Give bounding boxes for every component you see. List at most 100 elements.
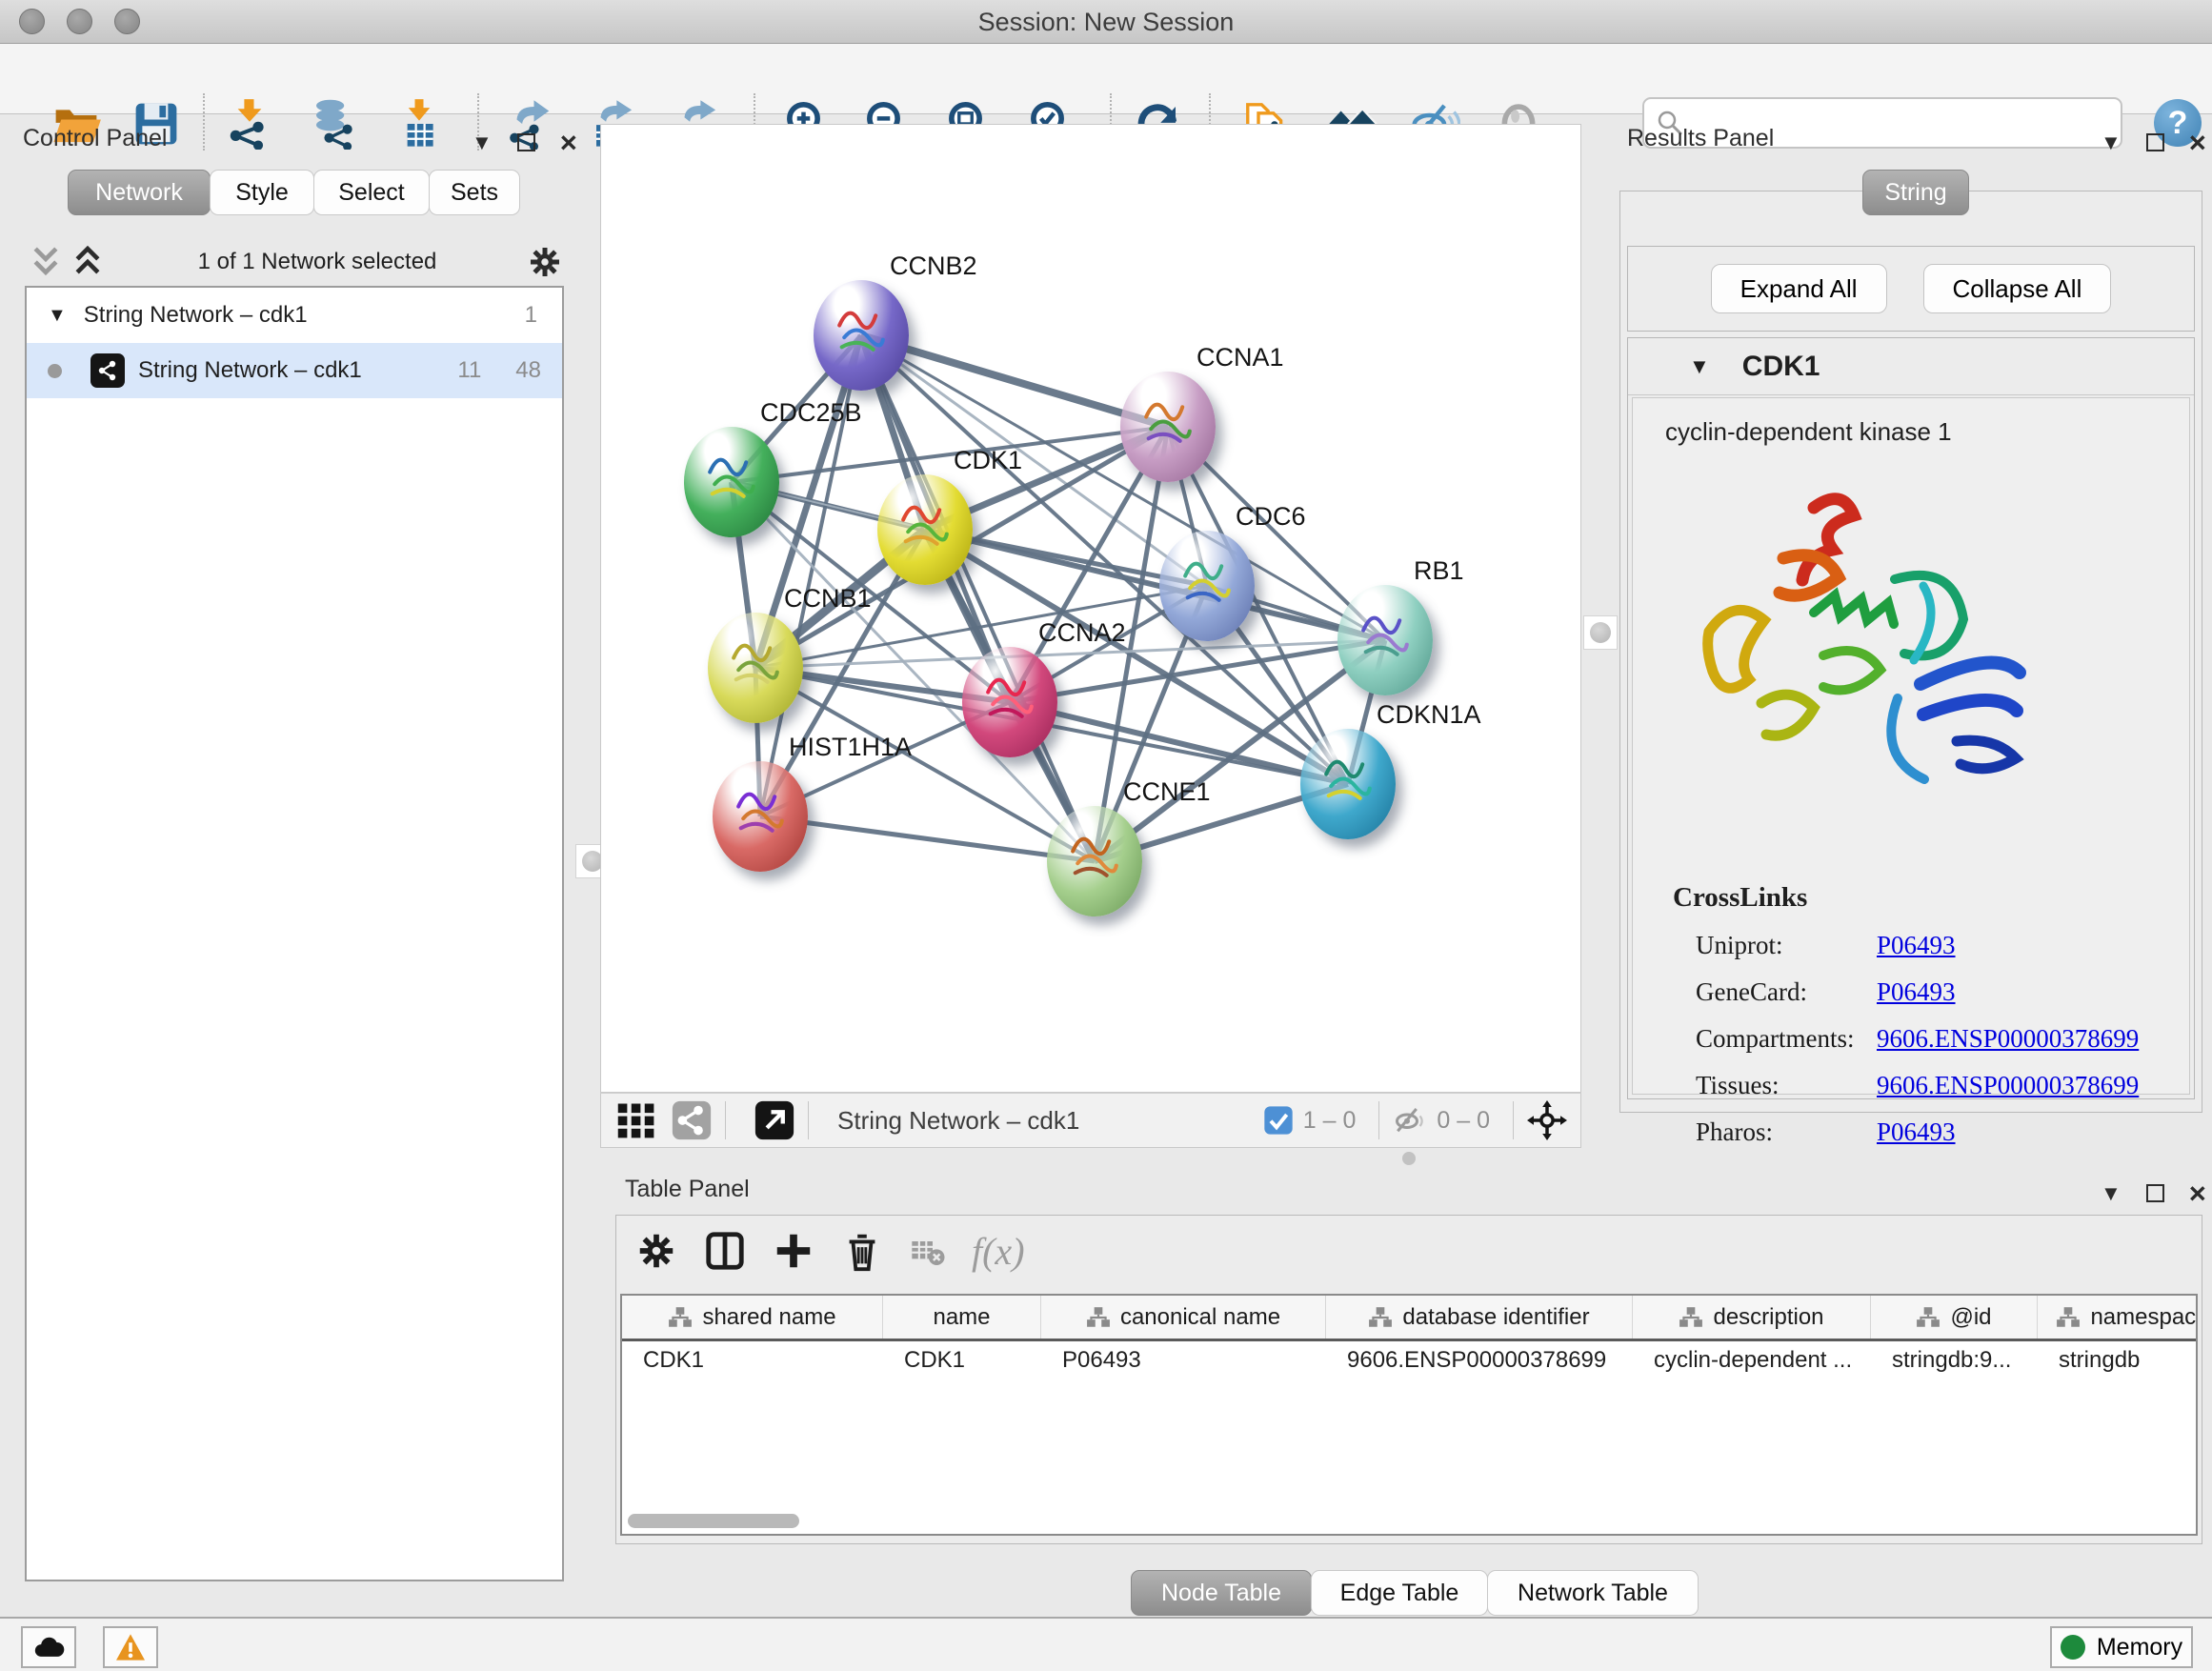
table-cell[interactable]: CDK1 (883, 1347, 1041, 1374)
network-node-CCNA1[interactable] (1120, 372, 1216, 482)
network-collection-row[interactable]: ▼ String Network – cdk1 1 (27, 288, 562, 343)
delete-table-icon[interactable] (909, 1229, 947, 1273)
network-node-CCNA2[interactable] (962, 647, 1057, 757)
hidden-eye-icon[interactable] (1393, 1103, 1427, 1137)
column-header[interactable]: namespace (2038, 1296, 2198, 1339)
column-type-icon (2056, 1306, 2081, 1329)
gene-header-row[interactable]: ▼ CDK1 (1628, 338, 2194, 395)
gear-icon[interactable] (526, 243, 564, 281)
crosslink-value[interactable]: P06493 (1877, 977, 1956, 1007)
cloud-button[interactable] (21, 1626, 76, 1668)
right-splitter-handle[interactable] (1583, 615, 1618, 650)
network-node-CCNB2[interactable] (814, 280, 909, 391)
tab-sets[interactable]: Sets (429, 170, 520, 215)
column-header[interactable]: shared name (622, 1296, 883, 1339)
grid-view-icon[interactable] (616, 1100, 656, 1140)
table-cell[interactable]: stringdb (2038, 1347, 2198, 1374)
network-node-CDKN1A[interactable] (1300, 729, 1396, 839)
network-node-label: CDKN1A (1377, 700, 1481, 730)
crosslink-value[interactable]: P06493 (1877, 1117, 1956, 1147)
table-toolbar: f(x) (634, 1227, 1025, 1275)
column-header[interactable]: description (1633, 1296, 1871, 1339)
table-horizontal-scrollbar[interactable] (628, 1514, 799, 1528)
table-panel-close-icon[interactable]: × (2189, 1178, 2206, 1208)
control-panel-close-icon[interactable]: × (560, 128, 577, 157)
network-node-HIST1H1A[interactable] (713, 761, 808, 872)
results-panel-close-icon[interactable]: × (2189, 128, 2206, 157)
table-cell[interactable]: cyclin-dependent ... (1633, 1347, 1871, 1374)
tab-edge-table[interactable]: Edge Table (1311, 1570, 1488, 1616)
network-node-CDC6[interactable] (1159, 531, 1255, 641)
network-edge[interactable] (861, 335, 1095, 861)
netbar-separator (1378, 1101, 1379, 1139)
crosslink-value[interactable]: 9606.ENSP00000378699 (1877, 1024, 2139, 1054)
tab-style[interactable]: Style (210, 170, 314, 215)
table-cell[interactable]: CDK1 (622, 1347, 883, 1374)
cytoscape-window: Session: New Session (0, 0, 2212, 1671)
function-builder-icon[interactable]: f(x) (972, 1229, 1025, 1274)
network-node-CDK1[interactable] (877, 474, 973, 585)
table-row[interactable]: CDK1CDK1P064939606.ENSP00000378699cyclin… (622, 1341, 2196, 1379)
protein-thumbnail (825, 292, 897, 364)
table-header-row: shared namenamecanonical namedatabase id… (622, 1296, 2196, 1341)
protein-thumbnail (1312, 740, 1384, 813)
show-columns-icon[interactable] (703, 1229, 747, 1273)
tab-string[interactable]: String (1862, 170, 1969, 215)
control-panel-collapse-icon[interactable]: ▼ (472, 132, 493, 153)
expand-all-icon[interactable] (67, 246, 109, 278)
network-edge[interactable] (760, 816, 1095, 861)
results-panel-collapse-icon[interactable]: ▼ (2101, 132, 2122, 153)
table-panel-float-icon[interactable] (2146, 1184, 2164, 1202)
column-header[interactable]: @id (1871, 1296, 2038, 1339)
crosslink-row: Compartments:9606.ENSP00000378699 (1696, 1024, 2189, 1054)
delete-column-icon[interactable] (840, 1229, 884, 1273)
table-panel-collapse-icon[interactable]: ▼ (2101, 1183, 2122, 1204)
memory-button[interactable]: Memory (2050, 1626, 2193, 1668)
node-count: 11 (457, 357, 481, 384)
crosslink-row: Uniprot:P06493 (1696, 931, 2189, 960)
table-gear-icon[interactable] (634, 1229, 678, 1273)
expand-all-button[interactable]: Expand All (1711, 264, 1887, 313)
collapse-all-button[interactable]: Collapse All (1923, 264, 2112, 313)
control-panel-float-icon[interactable] (517, 133, 535, 151)
warnings-button[interactable] (103, 1626, 158, 1668)
fit-content-icon[interactable] (1527, 1100, 1567, 1140)
gene-details: cyclin-dependent kinase 1 (1632, 397, 2190, 1095)
protein-thumbnail (889, 486, 961, 558)
gene-expander-icon[interactable]: ▼ (1689, 354, 1710, 379)
table-cell[interactable]: 9606.ENSP00000378699 (1326, 1347, 1633, 1374)
network-node-CCNE1[interactable] (1047, 806, 1142, 916)
column-header[interactable]: canonical name (1041, 1296, 1326, 1339)
open-in-new-icon[interactable] (754, 1100, 794, 1140)
column-type-icon (1916, 1306, 1941, 1329)
network-canvas[interactable]: CCNB2CCNA1CDC25BCDK1CDC6RB1CCNB1CCNA2CDK… (600, 124, 1581, 1093)
selected-count: 1 – 0 (1303, 1107, 1357, 1135)
add-column-icon[interactable] (772, 1229, 815, 1273)
column-header[interactable]: name (883, 1296, 1041, 1339)
network-node-CCNB1[interactable] (708, 613, 803, 723)
results-panel-float-icon[interactable] (2146, 133, 2164, 151)
network-share-icon[interactable] (672, 1100, 712, 1140)
tab-node-table[interactable]: Node Table (1131, 1570, 1312, 1616)
crosslink-value[interactable]: P06493 (1877, 931, 1956, 960)
tab-network[interactable]: Network (68, 170, 211, 215)
protein-structure-image (1671, 465, 2081, 846)
network-node-CDC25B[interactable] (684, 427, 779, 537)
collection-expander-icon[interactable]: ▼ (48, 305, 67, 327)
tab-network-table[interactable]: Network Table (1487, 1570, 1699, 1616)
network-node-label: CDK1 (954, 446, 1022, 475)
crosslink-value[interactable]: 9606.ENSP00000378699 (1877, 1071, 2139, 1100)
network-node-RB1[interactable] (1337, 585, 1433, 695)
crosslink-label: Tissues: (1696, 1071, 1877, 1100)
horizontal-splitter-handle[interactable] (1402, 1152, 1416, 1165)
table-cell[interactable]: stringdb:9... (1871, 1347, 2038, 1374)
tab-select[interactable]: Select (313, 170, 430, 215)
column-header[interactable]: database identifier (1326, 1296, 1633, 1339)
collapse-all-icon[interactable] (25, 246, 67, 278)
network-node-label: CCNB2 (890, 252, 977, 281)
selected-checkbox-icon[interactable] (1263, 1105, 1294, 1136)
table-cell[interactable]: P06493 (1041, 1347, 1326, 1374)
protein-thumbnail (974, 658, 1046, 731)
network-row[interactable]: String Network – cdk1 11 48 (27, 343, 562, 398)
column-header-label: @id (1950, 1304, 1991, 1331)
